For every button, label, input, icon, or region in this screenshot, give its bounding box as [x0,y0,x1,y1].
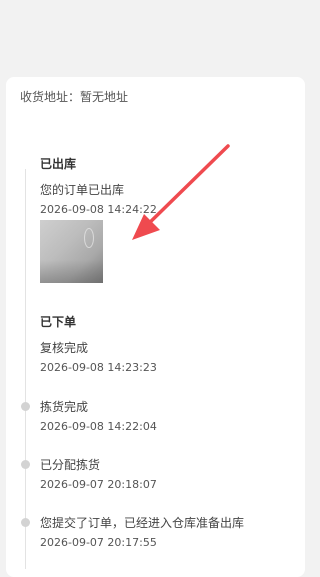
photo-shade [40,260,103,283]
step-time: 2026-09-07 20:18:07 [40,478,157,491]
red-arrow-icon [132,144,230,240]
step-desc: 您提交了订单，已经进入仓库准备出库 [40,516,245,530]
timeline-step-picked: 拣货完成 2026-09-08 14:22:04 [40,398,157,433]
shipping-address: 收货地址：暂无地址 [20,90,129,104]
timeline-line [25,169,26,569]
photo-detail [84,228,94,248]
step-desc: 复核完成 [40,341,89,355]
step-desc: 拣货完成 [40,400,89,414]
timeline-step-ordered: 已下单 复核完成 2026-09-08 14:23:23 [40,313,157,374]
step-title: 已下单 [40,315,77,329]
timeline-step-assigned: 已分配拣货 2026-09-07 20:18:07 [40,456,157,491]
timeline-dot [21,402,30,411]
timeline-dot [21,518,30,527]
step-time: 2026-09-07 20:17:55 [40,536,157,549]
timeline-dot [21,460,30,469]
shipment-photo[interactable] [40,220,103,283]
step-time: 2026-09-08 14:22:04 [40,420,157,433]
step-time: 2026-09-08 14:23:23 [40,361,157,374]
timeline-step-submitted: 您提交了订单，已经进入仓库准备出库 2026-09-07 20:17:55 [40,514,244,549]
step-desc: 已分配拣货 [40,458,101,472]
